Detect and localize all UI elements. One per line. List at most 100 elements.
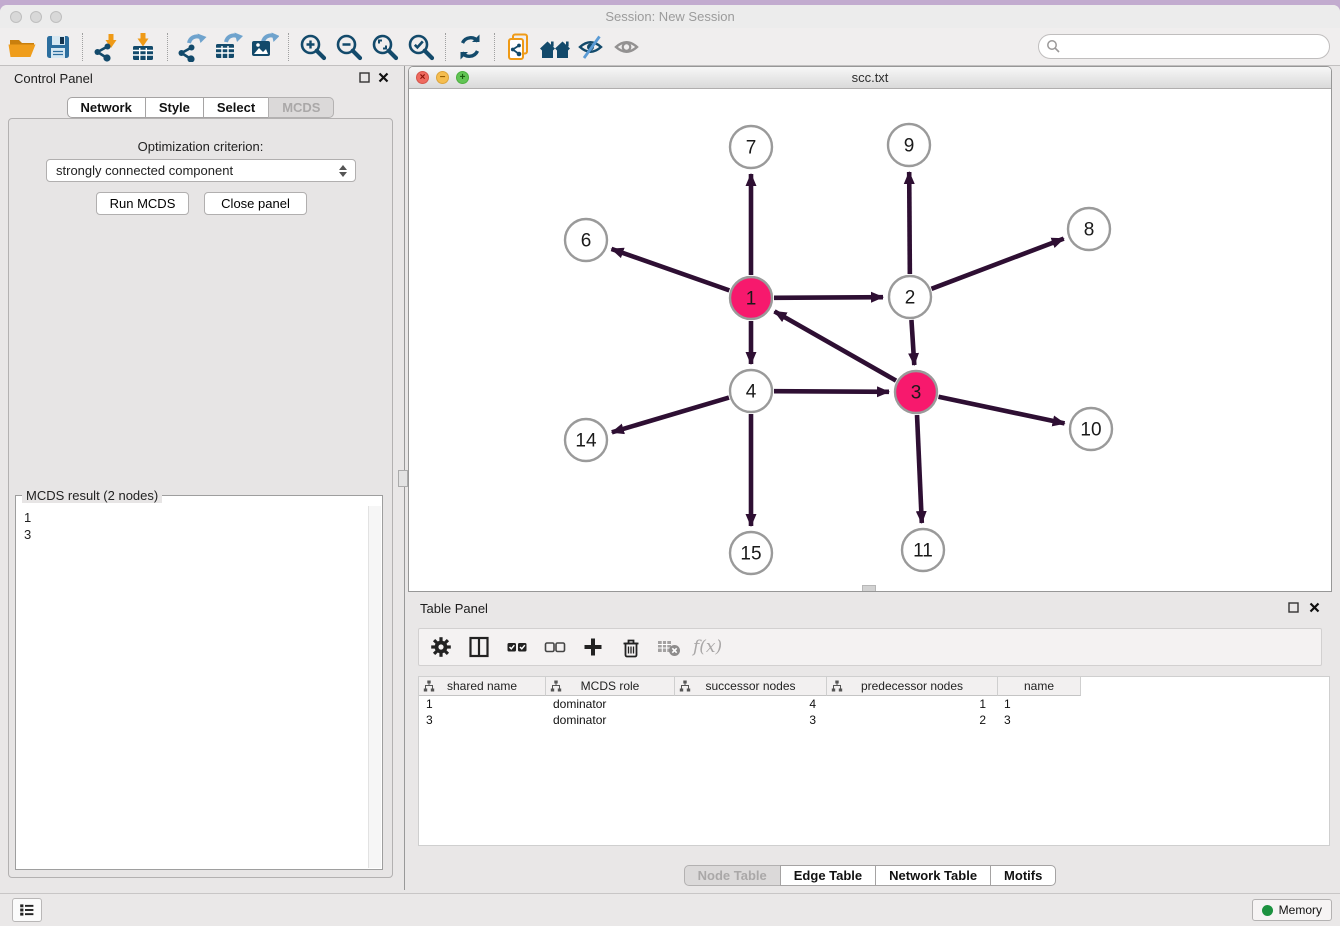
- toolbar-separator: [288, 33, 289, 61]
- graph-node-6[interactable]: 6: [565, 219, 607, 261]
- search-icon: [1046, 39, 1061, 54]
- graph-edge-2-3[interactable]: [911, 320, 914, 365]
- graph-node-10[interactable]: 10: [1070, 408, 1112, 450]
- run-mcds-button[interactable]: Run MCDS: [96, 192, 189, 215]
- hide-graphics-details-button[interactable]: [573, 31, 609, 63]
- zoom-out-button[interactable]: [331, 31, 367, 63]
- import-table-icon: [128, 32, 158, 62]
- mcds-result-legend: MCDS result (2 nodes): [22, 488, 162, 503]
- network-close-button[interactable]: ×: [416, 71, 429, 84]
- svg-text:3: 3: [911, 383, 922, 404]
- graph-node-11[interactable]: 11: [902, 529, 944, 571]
- import-table-button[interactable]: [125, 31, 161, 63]
- column-header-successor-nodes[interactable]: successor nodes: [675, 677, 827, 696]
- minimize-window-button[interactable]: [30, 11, 42, 23]
- network-minimize-button[interactable]: −: [436, 71, 449, 84]
- panel-splitter-handle[interactable]: [398, 470, 408, 487]
- graph-edge-2-9[interactable]: [909, 172, 910, 274]
- criterion-dropdown[interactable]: strongly connected component: [46, 159, 356, 182]
- checked-boxes-icon: [505, 635, 529, 659]
- close-table-panel-icon[interactable]: [1309, 602, 1320, 613]
- graph-edge-2-8[interactable]: [932, 239, 1064, 289]
- refresh-view-button[interactable]: [452, 31, 488, 63]
- float-table-panel-icon[interactable]: [1288, 602, 1299, 613]
- network-maximize-button[interactable]: +: [456, 71, 469, 84]
- export-network-icon: [177, 32, 207, 62]
- table-row[interactable]: 3dominator323: [419, 712, 1329, 728]
- graph-edge-3-1[interactable]: [774, 311, 896, 380]
- tab-network[interactable]: Network: [67, 97, 146, 118]
- graph-node-14[interactable]: 14: [565, 419, 607, 461]
- close-panel-button[interactable]: Close panel: [204, 192, 307, 215]
- open-session-button[interactable]: [4, 31, 40, 63]
- show-graphics-details-button[interactable]: [609, 31, 645, 63]
- export-table-button[interactable]: [210, 31, 246, 63]
- column-header-mcds-role[interactable]: MCDS role: [546, 677, 675, 696]
- graph-edge-3-11[interactable]: [917, 415, 922, 523]
- save-icon: [43, 32, 73, 62]
- close-window-button[interactable]: [10, 11, 22, 23]
- graph-edge-3-10[interactable]: [939, 397, 1065, 424]
- control-panel: Control Panel Network Style Select MCDS …: [8, 66, 393, 880]
- shared-column-icon: [550, 680, 562, 693]
- graph-node-15[interactable]: 15: [730, 532, 772, 574]
- svg-text:11: 11: [913, 541, 933, 562]
- graph-node-4[interactable]: 4: [730, 370, 772, 412]
- select-all-columns-button[interactable]: [503, 633, 531, 661]
- add-column-button[interactable]: [579, 633, 607, 661]
- graph-node-7[interactable]: 7: [730, 126, 772, 168]
- graph-node-1[interactable]: 1: [730, 277, 772, 319]
- zoom-selected-button[interactable]: [403, 31, 439, 63]
- show-column-browser-button[interactable]: [465, 633, 493, 661]
- browse-ndex-button[interactable]: [537, 31, 573, 63]
- network-window-titlebar[interactable]: × − + scc.txt: [409, 67, 1331, 89]
- close-panel-icon[interactable]: [378, 72, 389, 83]
- graph-node-9[interactable]: 9: [888, 124, 930, 166]
- result-scrollbar[interactable]: [368, 506, 381, 868]
- toolbar-separator: [494, 33, 495, 61]
- table-options-button[interactable]: [427, 633, 455, 661]
- show-task-history-button[interactable]: [12, 898, 42, 922]
- memory-button[interactable]: Memory: [1252, 899, 1332, 921]
- network-graph[interactable]: 1 2 3 4 6 7 8 9 10 11 14 15: [409, 89, 1332, 592]
- graph-edge-4-3[interactable]: [774, 391, 889, 392]
- export-network-button[interactable]: [174, 31, 210, 63]
- save-session-button[interactable]: [40, 31, 76, 63]
- tab-node-table[interactable]: Node Table: [684, 865, 781, 886]
- zoom-window-button[interactable]: [50, 11, 62, 23]
- export-image-button[interactable]: [246, 31, 282, 63]
- tab-select[interactable]: Select: [203, 97, 269, 118]
- function-builder-button[interactable]: f(x): [693, 633, 722, 661]
- search-field-wrap: [1038, 34, 1330, 59]
- network-canvas[interactable]: 1 2 3 4 6 7 8 9 10 11 14 15: [409, 89, 1331, 592]
- tab-motifs[interactable]: Motifs: [990, 865, 1056, 886]
- control-panel-tabs: Network Style Select MCDS: [67, 97, 335, 118]
- memory-status-icon: [1262, 905, 1273, 916]
- tab-style[interactable]: Style: [145, 97, 204, 118]
- delete-table-button[interactable]: [655, 633, 683, 661]
- zoom-in-button[interactable]: [295, 31, 331, 63]
- graph-edge-4-14[interactable]: [612, 398, 729, 433]
- column-header-name[interactable]: name: [998, 677, 1081, 696]
- zoom-fit-button[interactable]: [367, 31, 403, 63]
- svg-text:8: 8: [1084, 220, 1095, 241]
- graph-edge-1-6[interactable]: [611, 249, 729, 290]
- tab-edge-table[interactable]: Edge Table: [780, 865, 876, 886]
- graph-node-8[interactable]: 8: [1068, 208, 1110, 250]
- column-header-shared-name[interactable]: shared name: [419, 677, 546, 696]
- svg-text:2: 2: [905, 288, 916, 309]
- graph-edge-1-2[interactable]: [774, 297, 883, 298]
- search-input[interactable]: [1038, 34, 1330, 59]
- open-in-ndex-button[interactable]: [501, 31, 537, 63]
- tab-network-table[interactable]: Network Table: [875, 865, 991, 886]
- delete-columns-button[interactable]: [617, 633, 645, 661]
- graph-node-3[interactable]: 3: [895, 371, 937, 413]
- table-row[interactable]: 1dominator411: [419, 696, 1329, 712]
- float-panel-icon[interactable]: [359, 72, 370, 83]
- canvas-resize-handle[interactable]: [862, 585, 876, 592]
- tab-mcds[interactable]: MCDS: [268, 97, 334, 118]
- column-header-predecessor-nodes[interactable]: predecessor nodes: [827, 677, 998, 696]
- import-network-button[interactable]: [89, 31, 125, 63]
- graph-node-2[interactable]: 2: [889, 276, 931, 318]
- unselect-all-columns-button[interactable]: [541, 633, 569, 661]
